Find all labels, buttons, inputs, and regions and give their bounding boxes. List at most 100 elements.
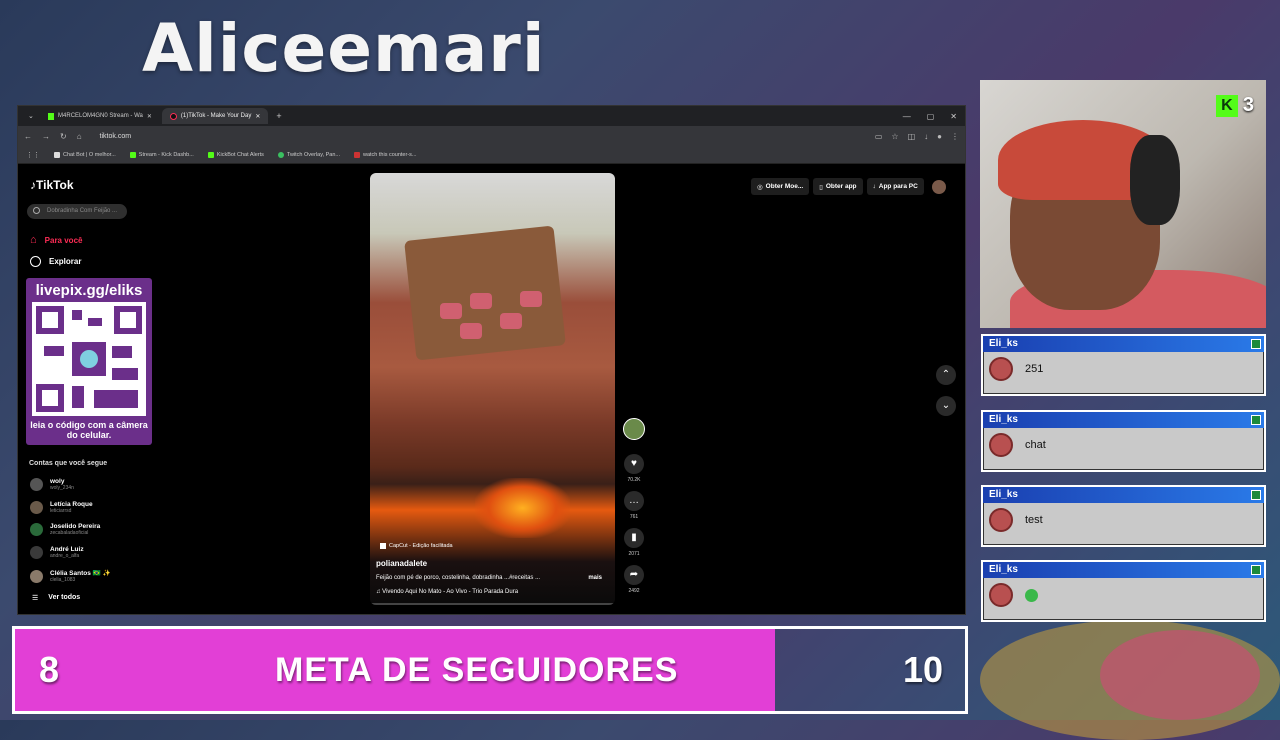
kick-viewer-badge: K 3 — [1215, 94, 1254, 117]
profile-avatar[interactable] — [931, 179, 946, 194]
menu-icon[interactable]: ⋮ — [951, 132, 959, 141]
close-icon[interactable]: ✕ — [255, 113, 260, 120]
tab-label: M4RCELOM4GN0 Stream - Wa — [58, 113, 143, 119]
see-all-link[interactable]: ☰ Ver todos — [32, 594, 80, 602]
goal-current: 8 — [39, 649, 60, 690]
following-account[interactable]: Joselido Pereira zecabaladaoficial — [30, 523, 100, 536]
nav-explore[interactable]: Explorar — [30, 256, 81, 267]
chat-text: 251 — [1025, 363, 1044, 375]
search-input[interactable]: Dobradinha Com Feijão ... — [27, 204, 127, 219]
avatar — [989, 433, 1013, 457]
like-icon[interactable]: ♥ — [624, 454, 644, 474]
bookmark-star-icon[interactable]: ☆ — [891, 132, 898, 141]
bookmark-item[interactable]: KickBot Chat Alerts — [207, 151, 264, 158]
capcut-icon — [380, 543, 386, 549]
new-tab-icon[interactable]: + — [270, 111, 281, 121]
qr-finder-inner — [42, 390, 58, 406]
home-icon[interactable]: ⌂ — [77, 132, 82, 141]
qr-module — [88, 318, 102, 326]
save-count: 2071 — [628, 551, 640, 557]
badge-icon — [1251, 415, 1261, 425]
chevron-up-icon[interactable]: ⌃ — [936, 365, 956, 385]
bookmark-item[interactable]: Twitch Overlay, Pan... — [277, 151, 340, 158]
qr-title: livepix.gg/eliks — [35, 282, 143, 299]
qr-module — [72, 310, 82, 320]
tiktok-icon — [169, 112, 177, 120]
chevron-down-icon[interactable]: ⌄ — [936, 396, 956, 416]
extensions-icon[interactable]: ◫ — [908, 132, 916, 141]
following-account[interactable]: André Luiz andre_o_alfa — [30, 546, 84, 559]
capcut-tag[interactable]: CapCut - Edição facilitada — [380, 543, 453, 549]
chat-text: chat — [1025, 439, 1046, 451]
nav-for-you[interactable]: ⌂ Para você — [30, 234, 82, 246]
phone-icon: ▯ — [819, 183, 823, 191]
forward-icon[interactable]: → — [42, 132, 50, 141]
bookmark-item[interactable]: Chat Bot | O melhor... — [54, 151, 116, 158]
get-app-button[interactable]: ▯ Obter app — [813, 178, 863, 195]
tiktok-logo[interactable]: ♪TikTok — [30, 178, 74, 192]
kick-icon — [207, 151, 214, 158]
reload-icon[interactable]: ↻ — [60, 132, 67, 141]
tab-list-icon[interactable]: ⌄ — [24, 112, 38, 120]
video-author[interactable]: polianadalete — [376, 559, 427, 568]
qr-finder-inner — [120, 312, 136, 328]
comment-icon[interactable]: … — [624, 491, 644, 511]
back-icon[interactable]: ← — [24, 132, 32, 141]
avatar — [30, 569, 43, 583]
kick-logo-icon: K — [1215, 94, 1238, 117]
tab-kick[interactable]: M4RCELOM4GN0 Stream - Wa ✕ — [40, 108, 160, 124]
video-music[interactable]: ♫ Vivendo Aqui No Mato - Ao Vivo - Trio … — [376, 589, 518, 595]
qr-code — [32, 302, 146, 416]
kick-icon — [129, 151, 136, 158]
bookmark-item[interactable]: Stream - Kick Dashb... — [129, 151, 194, 158]
profile-icon[interactable]: ● — [937, 132, 942, 141]
following-account[interactable]: Clélia Santos 🇧🇷 ✨ clelia_1083 — [30, 569, 111, 583]
more-link[interactable]: mais — [588, 575, 602, 581]
tab-tiktok[interactable]: (1)TikTok - Make Your Day ✕ — [161, 108, 269, 124]
url-bar[interactable]: tiktok.com — [100, 133, 132, 140]
share-icon[interactable]: ➦ — [624, 565, 644, 585]
download-icon[interactable]: ↓ — [924, 132, 928, 141]
video-frame-detail — [470, 293, 492, 309]
streamer-name: Aliceemari — [142, 10, 546, 87]
video-player[interactable]: CapCut - Edição facilitada polianadalete… — [370, 173, 615, 605]
chat-username: Eli_ks — [989, 414, 1018, 425]
window-controls: — ▢ ✕ — [903, 112, 965, 121]
home-icon: ⌂ — [30, 234, 37, 246]
get-coins-button[interactable]: ◎ Obter Moe... — [751, 178, 810, 195]
following-header: Contas que você segue — [29, 460, 108, 467]
qr-module — [112, 346, 132, 358]
webcam-feed: K 3 — [980, 80, 1266, 328]
tiktok-page: ♪TikTok Dobradinha Com Feijão ... ⌂ Para… — [18, 164, 965, 614]
cast-icon[interactable]: ▭ — [875, 132, 883, 141]
apps-grid-icon[interactable]: ⋮⋮ — [26, 151, 40, 159]
chat-message: Eli_ks test — [981, 485, 1266, 547]
address-row: ← → ↻ ⌂ tiktok.com ▭ ☆ ◫ ↓ ● ⋮ — [18, 126, 965, 146]
bookmark-item[interactable]: watch this counter-s... — [354, 151, 417, 158]
close-window-icon[interactable]: ✕ — [950, 112, 957, 121]
pc-app-button[interactable]: ↓ App para PC — [866, 178, 924, 195]
video-icon — [354, 151, 360, 158]
following-account[interactable]: woly woly_234n — [30, 478, 74, 491]
maximize-icon[interactable]: ▢ — [927, 112, 935, 121]
video-description: Feijão com pé de porco, costelinha, dobr… — [376, 575, 602, 581]
creator-avatar[interactable] — [623, 418, 645, 440]
minimize-icon[interactable]: — — [903, 112, 911, 121]
avatar — [30, 523, 43, 536]
video-progress[interactable] — [370, 603, 615, 605]
chat-message: Eli_ks — [981, 560, 1266, 622]
avatar — [989, 583, 1013, 607]
close-icon[interactable]: ✕ — [147, 113, 152, 120]
download-icon: ↓ — [872, 183, 876, 190]
video-frame-detail — [500, 313, 522, 329]
chat-username: Eli_ks — [989, 489, 1018, 500]
qr-logo — [80, 350, 98, 368]
qr-finder-inner — [42, 312, 58, 328]
following-account[interactable]: Letícia Roque leticiarrsd — [30, 501, 93, 514]
bookmarks-bar: ⋮⋮ Chat Bot | O melhor... Stream - Kick … — [18, 146, 965, 164]
bookmark-icon[interactable]: ▮ — [624, 528, 644, 548]
chat-text: test — [1025, 514, 1043, 526]
qr-caption: leia o código com a câmera do celular. — [30, 420, 148, 440]
qr-module — [94, 390, 138, 408]
avatar — [30, 546, 43, 559]
